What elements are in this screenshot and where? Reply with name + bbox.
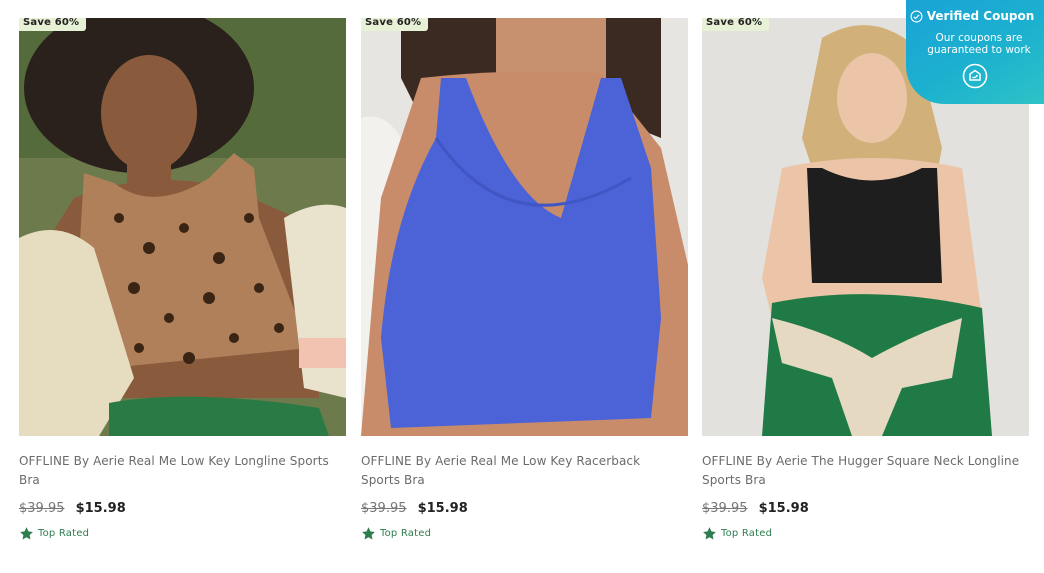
verified-coupon-widget[interactable]: Verified Coupon Our coupons are guarante… <box>906 0 1044 104</box>
top-rated-label: Top Rated <box>702 526 772 541</box>
discount-badge: Save 60% <box>361 18 429 31</box>
price-block: $39.95 $15.98 <box>19 497 126 516</box>
product-image[interactable]: Save 60% <box>361 18 688 436</box>
check-circle-icon <box>910 10 923 22</box>
product-title[interactable]: OFFLINE By Aerie Real Me Low Key Racerba… <box>361 452 681 490</box>
top-rated-label: Top Rated <box>19 526 89 541</box>
coupon-header: Verified Coupon <box>906 9 1038 23</box>
discount-badge: Save 60% <box>702 18 770 31</box>
coupon-logo-icon[interactable] <box>962 63 988 89</box>
top-rated-label: Top Rated <box>361 526 431 541</box>
sale-price: $15.98 <box>417 501 468 516</box>
rating-text: Top Rated <box>721 528 773 539</box>
product-title[interactable]: OFFLINE By Aerie The Hugger Square Neck … <box>702 452 1022 490</box>
rating-text: Top Rated <box>38 528 90 539</box>
sale-price: $15.98 <box>75 501 126 516</box>
price-block: $39.95 $15.98 <box>702 497 809 516</box>
price-block: $39.95 $15.98 <box>361 497 468 516</box>
coupon-heading: Verified Coupon <box>926 9 1035 23</box>
discount-badge: Save 60% <box>19 18 87 31</box>
rating-text: Top Rated <box>380 528 432 539</box>
coupon-subtext: Our coupons are guaranteed to work <box>927 32 1031 56</box>
original-price: $39.95 <box>19 501 65 516</box>
star-icon <box>20 527 33 540</box>
product-grid: Save 60% OFFLINE By Aerie Real Me Low Ke… <box>0 0 1044 573</box>
product-title[interactable]: OFFLINE By Aerie Real Me Low Key Longlin… <box>19 452 339 490</box>
product-image[interactable]: Save 60% <box>19 18 346 436</box>
star-icon <box>362 527 375 540</box>
star-icon <box>703 527 716 540</box>
original-price: $39.95 <box>702 501 748 516</box>
original-price: $39.95 <box>361 501 407 516</box>
sale-price: $15.98 <box>758 501 809 516</box>
